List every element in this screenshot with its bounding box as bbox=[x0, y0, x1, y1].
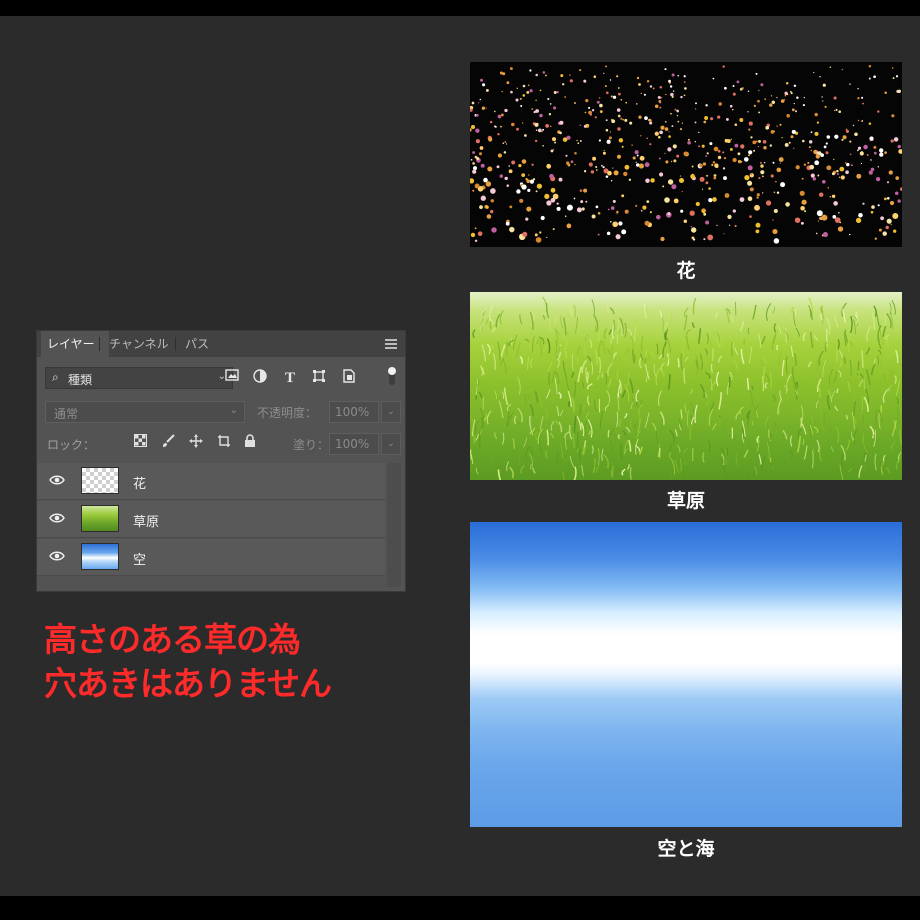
layer-row-flowers[interactable]: 花 bbox=[37, 463, 385, 500]
opacity-dropdown-icon[interactable]: ⌄ bbox=[381, 401, 401, 423]
lock-label: ロック： bbox=[47, 438, 96, 452]
lock-position-icon[interactable] bbox=[187, 434, 205, 452]
note-text: 高さのある草の為 穴あきはありません bbox=[44, 618, 414, 706]
filter-toggle-icon[interactable] bbox=[383, 365, 401, 385]
fill-label: 塗り： bbox=[293, 438, 330, 452]
tab-channels[interactable]: チャンネル bbox=[103, 331, 175, 357]
chevron-down-icon: ⌄ bbox=[229, 405, 238, 416]
fill-value: 100% bbox=[335, 437, 370, 451]
lock-transparent-pixels-icon[interactable] bbox=[131, 434, 149, 452]
image-filter-icon[interactable] bbox=[223, 369, 241, 387]
sky-sea-preview-image bbox=[470, 522, 902, 827]
layer-filter-select[interactable]: ⌕ 種類 ⌄ bbox=[45, 367, 233, 389]
fill-input[interactable]: 100% bbox=[329, 433, 379, 455]
adjustment-filter-icon[interactable] bbox=[251, 369, 269, 387]
opacity-input[interactable]: 100% bbox=[329, 401, 379, 423]
opacity-value: 100% bbox=[335, 405, 370, 419]
tab-paths[interactable]: パス bbox=[179, 331, 215, 357]
search-icon: ⌕ bbox=[52, 370, 59, 384]
blend-opacity-row: 通常 ⌄ 不透明度： 100% ⌄ bbox=[45, 401, 401, 423]
layer-thumbnail bbox=[81, 543, 119, 570]
opacity-label: 不透明度： bbox=[257, 406, 318, 420]
meadow-preview-image bbox=[470, 292, 902, 480]
lock-fill-row: ロック： 塗り： 100% ⌄ bbox=[45, 433, 401, 455]
eye-icon[interactable] bbox=[49, 550, 65, 562]
eye-icon[interactable] bbox=[49, 474, 65, 486]
type-filter-icon[interactable]: T bbox=[281, 369, 299, 387]
tab-divider bbox=[99, 337, 100, 351]
lock-image-pixels-icon[interactable] bbox=[159, 434, 177, 452]
layer-name[interactable]: 空 bbox=[133, 549, 146, 568]
smart-object-filter-icon[interactable] bbox=[340, 369, 358, 387]
lock-artboard-icon[interactable] bbox=[215, 434, 233, 452]
tab-divider bbox=[175, 337, 176, 351]
fill-dropdown-icon[interactable]: ⌄ bbox=[381, 433, 401, 455]
layer-list-scrollbar[interactable] bbox=[387, 463, 401, 587]
layer-row-meadow[interactable]: 草原 bbox=[37, 501, 385, 538]
layer-name[interactable]: 草原 bbox=[133, 511, 159, 530]
note-line-2: 穴あきはありません bbox=[44, 664, 332, 703]
blend-mode-value: 通常 bbox=[54, 407, 79, 421]
grass-illustration bbox=[470, 296, 902, 480]
lock-all-icon[interactable] bbox=[241, 434, 259, 452]
panel-menu-icon[interactable] bbox=[385, 339, 397, 349]
filter-type-label: 種類 bbox=[68, 373, 93, 387]
layer-thumbnail bbox=[81, 467, 119, 494]
flowers-illustration bbox=[470, 64, 902, 244]
blend-mode-select[interactable]: 通常 ⌄ bbox=[45, 401, 245, 423]
layer-name[interactable]: 花 bbox=[133, 473, 146, 492]
eye-icon[interactable] bbox=[49, 512, 65, 524]
meadow-caption: 草原 bbox=[666, 490, 705, 512]
layer-thumbnail bbox=[81, 505, 119, 532]
layer-row-sky[interactable]: 空 bbox=[37, 539, 385, 576]
shape-filter-icon[interactable] bbox=[310, 369, 328, 387]
flowers-caption: 花 bbox=[676, 260, 696, 282]
flowers-preview-image bbox=[470, 62, 902, 247]
layers-panel: レイヤー チャンネル パス ⌕ 種類 ⌄ T 通常 ⌄ 不透明度： 100% ⌄… bbox=[36, 330, 406, 592]
note-line-1: 高さのある草の為 bbox=[44, 620, 301, 659]
panel-tab-bar: レイヤー チャンネル パス bbox=[37, 331, 405, 357]
sky-sea-caption: 空と海 bbox=[657, 838, 715, 860]
